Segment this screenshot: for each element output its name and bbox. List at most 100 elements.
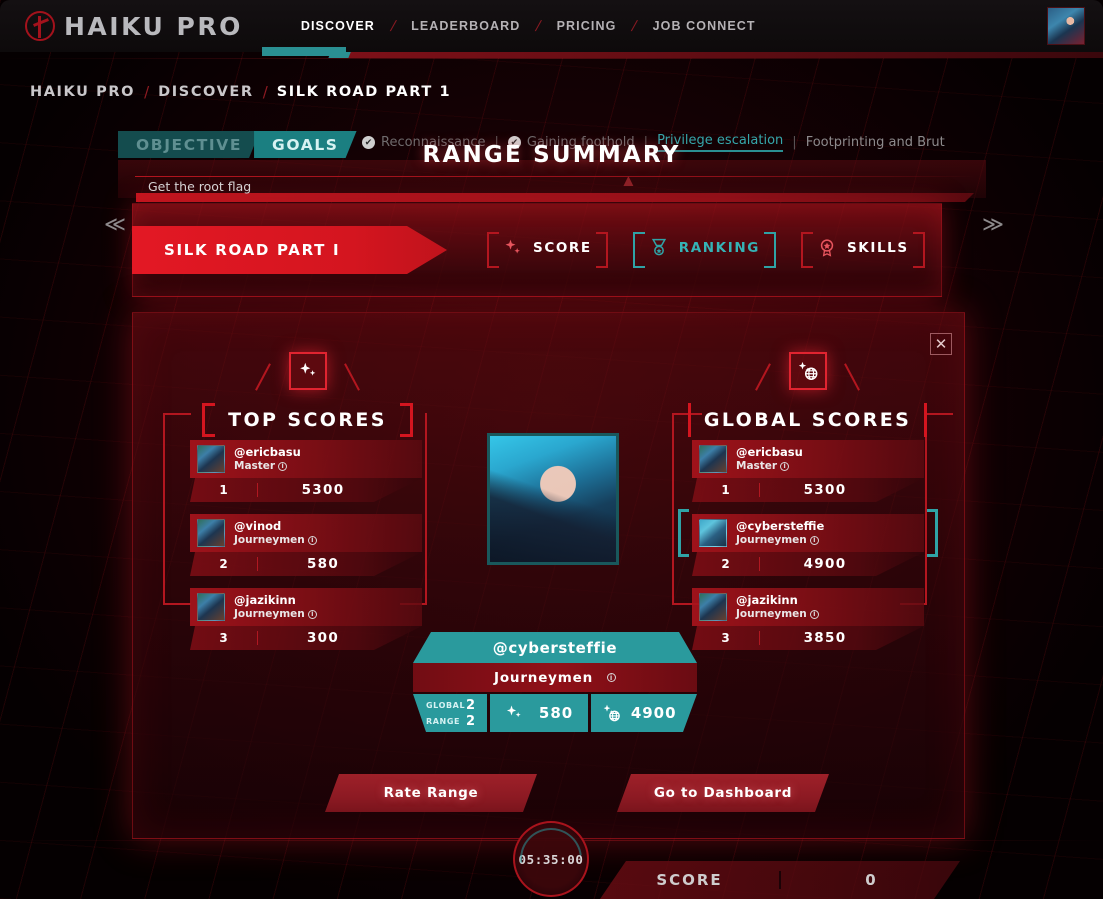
player-tier: Journeymen	[234, 533, 305, 546]
avatar	[197, 445, 225, 473]
session-timer: 05:35:00	[513, 821, 589, 897]
player-name: @ericbasu	[234, 444, 301, 459]
panel-connector	[925, 413, 953, 415]
objective-strip-line	[135, 176, 975, 177]
decorative-slash	[755, 363, 771, 391]
player-portrait-icon	[487, 433, 619, 565]
score-value: 300	[306, 630, 340, 646]
avatar	[197, 593, 225, 621]
nav-link-pricing[interactable]: PRICING	[541, 0, 633, 52]
avatar	[197, 519, 225, 547]
player-tier: Master	[234, 459, 276, 472]
current-player-card: @cybersteffie Journeymen i GLOBAL 2 RANG…	[413, 632, 697, 732]
nav-link-discover[interactable]: DISCOVER	[285, 0, 391, 52]
double-chevron-left-icon[interactable]: ≪	[104, 212, 126, 237]
global-scores-header: GLOBAL SCORES	[687, 352, 928, 437]
rank-value: 2	[692, 557, 760, 571]
sparkle-icon	[507, 705, 521, 718]
brand-logo[interactable]: HAIKU PRO	[25, 11, 243, 41]
avatar	[699, 593, 727, 621]
app-root: HAIKU PRO DISCOVER / LEADERBOARD / PRICI…	[0, 0, 1103, 899]
tab-ranking[interactable]: RANKING	[632, 232, 777, 268]
info-icon[interactable]: i	[606, 673, 616, 682]
range-rank-value: 2	[466, 713, 476, 729]
player-name: @cybersteffie	[736, 518, 825, 533]
current-range-label: SILK ROAD PART I	[164, 241, 341, 259]
badge-icon	[820, 239, 834, 257]
player-name: @vinod	[234, 518, 282, 533]
range-score-block: 580	[490, 694, 588, 732]
tab-ranking-label: RANKING	[678, 240, 760, 256]
global-rank-label: GLOBAL	[426, 700, 466, 710]
player-tier: Journeymen	[736, 533, 807, 546]
player-tier: Journeymen	[234, 607, 305, 620]
chevron-up-icon[interactable]: ▲	[620, 171, 637, 191]
global-rank-value: 2	[466, 697, 476, 713]
table-row[interactable]: @jazikinn Journeymen i 3 300	[190, 588, 422, 650]
top-scores-title: TOP SCORES	[228, 409, 387, 431]
sparkle-globe-icon	[602, 703, 622, 723]
nav-active-underline	[262, 47, 346, 56]
table-row[interactable]: @jazikinn Journeymen i 3 3850	[692, 588, 924, 650]
player-tier: Journeymen	[736, 607, 807, 620]
breadcrumb-item-current: SILK ROAD PART 1	[276, 84, 452, 100]
decorative-slash	[344, 363, 360, 391]
player-name: @ericbasu	[736, 444, 803, 459]
decorative-slash	[844, 363, 860, 391]
tab-score[interactable]: SCORE	[487, 232, 608, 268]
go-to-dashboard-button[interactable]: Go to Dashboard	[617, 774, 829, 812]
nav-link-leaderboard[interactable]: LEADERBOARD	[395, 0, 536, 52]
user-avatar-icon[interactable]	[1047, 7, 1085, 45]
double-chevron-right-icon[interactable]: ≫	[982, 212, 1004, 237]
panel-connector	[163, 413, 165, 605]
global-score-value: 4900	[630, 704, 677, 722]
global-scores-list: @ericbasu Master i 1 5300 @cybersteffie J…	[678, 440, 938, 662]
info-icon[interactable]: i	[278, 461, 288, 471]
global-score-block: 4900	[591, 694, 698, 732]
table-row-highlighted[interactable]: @cybersteffie Journeymen i 2 4900	[678, 509, 938, 576]
bracket-right	[924, 403, 928, 437]
info-icon[interactable]: i	[809, 609, 819, 619]
score-value: 5300	[803, 482, 847, 498]
tab-skills-label: SKILLS	[846, 240, 909, 256]
rank-value: 1	[190, 483, 258, 497]
score-value: 4900	[803, 556, 847, 572]
rank-value: 1	[692, 483, 760, 497]
footer-score-label: SCORE	[600, 871, 781, 889]
table-row[interactable]: @ericbasu Master i 1 5300	[190, 440, 422, 502]
tab-skills[interactable]: SKILLS	[800, 232, 925, 268]
objective-progress-bar	[136, 193, 974, 202]
panel-connector	[672, 413, 674, 605]
nav-links: DISCOVER / LEADERBOARD / PRICING / JOB C…	[285, 0, 772, 52]
action-buttons: Rate Range Go to Dashboard	[325, 774, 829, 812]
table-row[interactable]: @ericbasu Master i 1 5300	[692, 440, 924, 502]
rank-value: 3	[692, 631, 760, 645]
global-scores-title: GLOBAL SCORES	[703, 409, 912, 431]
table-row[interactable]: @vinod Journeymen i 2 580	[190, 514, 422, 576]
player-tier: Journeymen	[494, 669, 593, 686]
score-value: 5300	[301, 482, 345, 498]
info-icon[interactable]: i	[809, 535, 819, 545]
info-icon[interactable]: i	[307, 609, 317, 619]
info-icon[interactable]: i	[307, 535, 317, 545]
decorative-slash	[255, 363, 271, 391]
avatar	[699, 445, 727, 473]
nav-link-job-connect[interactable]: JOB CONNECT	[637, 0, 772, 52]
current-range-chip[interactable]: SILK ROAD PART I	[132, 226, 447, 274]
rate-range-button[interactable]: Rate Range	[325, 774, 537, 812]
player-stats: GLOBAL 2 RANGE 2 580 4900	[413, 694, 697, 732]
highlight-bracket-right	[927, 509, 938, 557]
avatar	[699, 519, 727, 547]
medal-icon	[651, 238, 666, 256]
objective-text: Get the root flag	[148, 179, 252, 194]
player-username: @cybersteffie	[413, 632, 697, 663]
footer-score-value: 0	[865, 871, 876, 889]
player-tier-row: Journeymen i	[413, 663, 697, 692]
top-scores-list: @ericbasu Master i 1 5300 @vinod Journeym…	[190, 440, 422, 662]
breadcrumb-item-haiku-pro[interactable]: HAIKU PRO	[30, 84, 135, 100]
close-icon[interactable]: ✕	[930, 333, 952, 355]
breadcrumb-item-discover[interactable]: DISCOVER	[158, 84, 254, 100]
info-icon[interactable]: i	[780, 461, 790, 471]
panel-connector	[425, 413, 427, 605]
panel-connector	[163, 603, 191, 605]
